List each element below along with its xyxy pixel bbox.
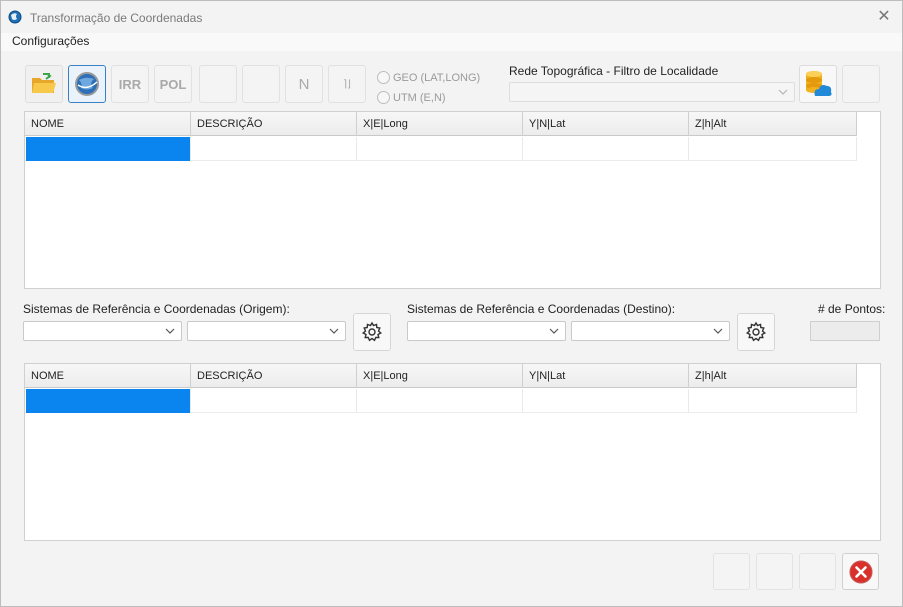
column-header[interactable]: X|E|Long [357,112,523,136]
table-cell[interactable] [689,389,857,413]
title-bar: Transformação de Coordenadas ✕ [1,1,902,33]
pol-button[interactable]: POL [154,65,192,103]
gear-icon [745,321,767,342]
pontos-count-field [810,321,880,341]
bottom-blank-button-1[interactable] [713,553,750,590]
column-header[interactable]: Y|N|Lat [523,364,689,388]
google-earth-button[interactable] [68,65,106,103]
main-window: Transformação de Coordenadas ✕ Configura… [0,0,903,607]
table-cell[interactable] [357,137,523,161]
globe-icon [75,72,99,96]
menu-bar: Configurações [1,33,902,51]
origem-label: Sistemas de Referência e Coordenadas (Or… [23,302,290,316]
radio-geo-circle[interactable] [377,71,390,84]
destino-combo-1[interactable] [407,321,566,341]
table-cell[interactable] [523,389,689,413]
column-header[interactable]: NOME [25,112,191,136]
table-row[interactable] [25,137,857,161]
destino-label: Sistemas de Referência e Coordenadas (De… [407,302,676,316]
radio-geo[interactable]: GEO (LAT,LONG) [377,71,480,84]
database-cloud-icon [806,71,832,96]
radio-utm-circle[interactable] [377,91,390,104]
table-cell[interactable] [26,137,191,161]
table-row[interactable] [25,389,857,413]
origem-combo-1[interactable] [23,321,182,341]
irr-label: IRR [118,76,142,92]
toolbar-blank-button-3[interactable] [842,65,880,103]
open-folder-button[interactable] [25,65,63,103]
chevron-down-icon [165,328,175,334]
column-header[interactable]: Z|h|Alt [689,364,857,388]
north-label: N [298,75,310,93]
chevron-down-icon [549,328,559,334]
grid-bottom-header: NOME DESCRIÇÃO X|E|Long Y|N|Lat Z|h|Alt [25,364,857,388]
radio-utm-label: UTM (E,N) [393,91,446,104]
window-title: Transformação de Coordenadas [30,11,203,25]
table-cell[interactable] [191,137,357,161]
destino-settings-button[interactable] [737,313,775,351]
table-cell[interactable] [191,389,357,413]
toolbar-blank-button-2[interactable] [242,65,280,103]
table-cell[interactable] [689,137,857,161]
chevron-down-icon [713,328,723,334]
irr-button[interactable]: IRR [111,65,149,103]
grid-bottom: NOME DESCRIÇÃO X|E|Long Y|N|Lat Z|h|Alt [24,363,881,541]
bracket-label: ⌉⌋ [343,78,351,90]
toolbar-blank-button-1[interactable] [199,65,237,103]
menu-configuracoes[interactable]: Configurações [12,34,89,48]
table-cell[interactable] [26,389,191,413]
column-header[interactable]: Y|N|Lat [523,112,689,136]
grid-top-header: NOME DESCRIÇÃO X|E|Long Y|N|Lat Z|h|Alt [25,112,857,136]
pontos-label: # de Pontos: [818,302,886,316]
column-header[interactable]: NOME [25,364,191,388]
pol-label: POL [159,76,187,92]
chevron-down-icon [329,328,339,334]
column-header[interactable]: Z|h|Alt [689,112,857,136]
folder-open-icon [32,73,56,93]
rede-topografica-label: Rede Topográfica - Filtro de Localidade [509,64,719,78]
table-cell[interactable] [523,137,689,161]
north-button[interactable]: N [285,65,323,103]
table-cell[interactable] [357,389,523,413]
bottom-blank-button-2[interactable] [756,553,793,590]
chevron-down-icon [778,89,788,95]
bracket-button[interactable]: ⌉⌋ [328,65,366,103]
grid-top: NOME DESCRIÇÃO X|E|Long Y|N|Lat Z|h|Alt [24,111,881,289]
origem-combo-2[interactable] [187,321,346,341]
database-cloud-button[interactable] [799,65,837,103]
column-header[interactable]: DESCRIÇÃO [191,364,357,388]
rede-topografica-combo[interactable] [509,82,795,102]
close-circle-icon [849,560,872,583]
bottom-blank-button-3[interactable] [799,553,836,590]
radio-geo-label: GEO (LAT,LONG) [393,71,481,84]
gear-icon [361,321,383,342]
origem-settings-button[interactable] [353,313,391,351]
close-icon[interactable]: ✕ [873,7,895,27]
column-header[interactable]: DESCRIÇÃO [191,112,357,136]
exit-button[interactable] [842,553,879,590]
destino-combo-2[interactable] [571,321,730,341]
radio-utm[interactable]: UTM (E,N) [377,91,446,104]
column-header[interactable]: X|E|Long [357,364,523,388]
globe-app-icon [8,10,22,24]
